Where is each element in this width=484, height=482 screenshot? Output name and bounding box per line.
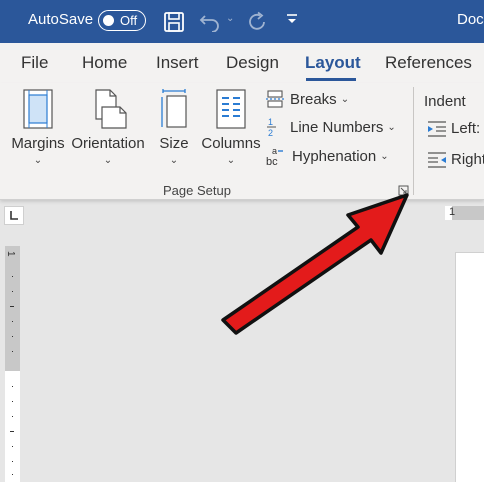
orientation-icon [95,89,127,129]
horizontal-ruler-margin [452,206,484,220]
title-bar: AutoSave Off ⌄ Doc [0,0,484,43]
indent-right-icon [428,151,446,168]
margins-button[interactable]: Margins ⌄ [10,89,66,166]
undo-icon[interactable] [199,12,221,32]
tab-references[interactable]: References [385,53,472,73]
tab-home[interactable]: Home [82,53,127,73]
chevron-down-icon: ⌄ [103,155,113,166]
tab-layout[interactable]: Layout [305,53,361,73]
columns-label: Columns [201,135,261,152]
undo-dropdown-icon[interactable]: ⌄ [226,13,234,24]
autosave-label: AutoSave [28,11,94,28]
svg-text:2: 2 [268,128,273,137]
document-title: Doc [457,11,484,28]
indent-left-control[interactable]: Left: [428,120,480,137]
breaks-label: Breaks [290,90,337,108]
save-icon[interactable] [163,11,185,33]
ribbon-layout: Margins ⌄ Orientation ⌄ Size ⌄ Columns ⌄… [0,83,484,200]
hyphenation-icon: a bc [266,146,283,166]
tab-stop-icon [10,211,18,220]
svg-text:a: a [272,146,277,156]
margins-icon [23,89,53,129]
line-numbers-label: Line Numbers [290,118,384,136]
breaks-icon [266,90,284,108]
line-numbers-icon: 1 2 [267,117,276,137]
columns-icon [216,89,246,129]
breaks-button[interactable]: Breaks ⌄ [266,88,349,110]
chevron-down-icon: ⌄ [226,155,236,166]
chevron-down-icon: ⌄ [387,121,396,133]
autosave-toggle[interactable]: Off [98,10,146,31]
size-label: Size [159,135,189,152]
tab-file[interactable]: File [21,53,48,73]
indent-left-icon [428,120,446,137]
hyphenation-button[interactable]: a bc Hyphenation ⌄ [266,145,389,167]
indent-heading: Indent [424,93,466,110]
line-numbers-button[interactable]: 1 2 Line Numbers ⌄ [266,116,396,138]
annotation-arrow [221,193,409,335]
customize-qat-icon[interactable] [285,13,299,27]
document-page[interactable] [455,252,484,482]
chevron-down-icon: ⌄ [169,155,179,166]
size-button[interactable]: Size ⌄ [155,89,193,166]
chevron-down-icon: ⌄ [380,150,389,162]
group-divider [413,87,414,195]
vertical-ruler-ticks: 1 [5,251,16,475]
indent-right-control[interactable]: Right [428,151,484,168]
orientation-button[interactable]: Orientation ⌄ [68,89,148,166]
tab-selector[interactable] [4,206,24,225]
toggle-knob [103,14,114,26]
autosave-state: Off [120,13,138,28]
horizontal-ruler-mark: 1 [449,206,456,218]
columns-button[interactable]: Columns ⌄ [200,89,262,166]
svg-text:1: 1 [268,117,273,127]
chevron-down-icon: ⌄ [340,93,350,105]
orientation-label: Orientation [71,135,145,152]
indent-left-label: Left: [451,120,481,137]
margins-label: Margins [11,135,65,152]
ribbon-tabs: File Home Insert Design Layout Reference… [0,43,484,83]
tab-design[interactable]: Design [226,53,279,73]
tab-insert[interactable]: Insert [156,53,199,73]
chevron-down-icon: ⌄ [33,155,43,166]
svg-text:bc: bc [266,156,278,166]
redo-icon[interactable] [246,11,268,33]
hyphenation-label: Hyphenation [292,147,377,165]
active-tab-indicator [306,78,356,81]
size-icon [161,89,187,128]
indent-right-label: Right [451,151,484,168]
vertical-ruler-mark: 1 [5,251,16,257]
